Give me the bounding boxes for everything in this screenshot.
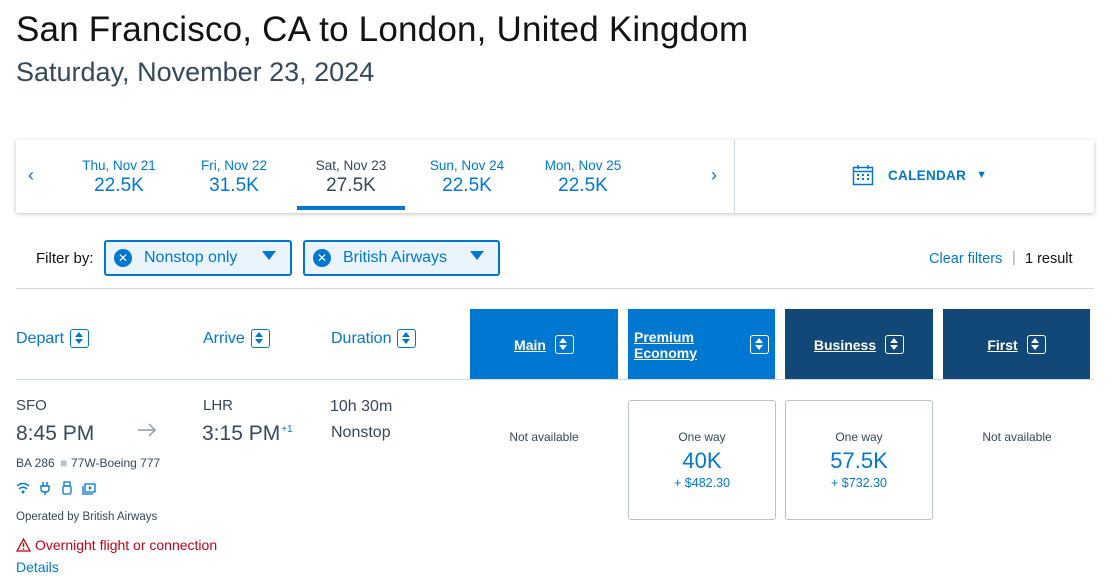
day-offset: +1	[281, 424, 293, 435]
operated-by: Operated by British Airways	[16, 511, 158, 523]
chevron-down-icon	[262, 251, 276, 260]
filter-chip-label: Nonstop only	[144, 249, 238, 266]
date-price: 22.5K	[442, 175, 492, 196]
sort-icon	[397, 329, 417, 348]
date-label: Thu, Nov 21	[82, 158, 156, 173]
date-option-thu[interactable]: Thu, Nov 21 22.5K	[66, 158, 172, 197]
date-label: Mon, Nov 25	[544, 158, 622, 173]
sort-icon	[554, 335, 574, 354]
origin-code: SFO	[16, 397, 47, 414]
sort-icon	[885, 335, 905, 354]
next-dates-icon[interactable]: ›	[711, 165, 717, 186]
stops: Nonstop	[331, 424, 391, 441]
wifi-icon	[16, 482, 30, 494]
sort-icon	[750, 335, 769, 354]
separator: |	[1012, 250, 1016, 266]
sort-duration[interactable]: Duration	[331, 329, 417, 348]
cabin-header-first[interactable]: First	[943, 309, 1090, 380]
column-label: Duration	[331, 329, 392, 347]
arrow-right-icon	[138, 423, 156, 437]
chevron-down-icon	[470, 251, 484, 260]
separator-dot-icon: ■	[60, 456, 68, 470]
warning-text: Overnight flight or connection	[35, 537, 218, 553]
date-label: Sat, Nov 23	[315, 158, 387, 173]
date-price: 22.5K	[558, 175, 608, 196]
fare-points: 40K	[682, 448, 722, 473]
cabin-header-business[interactable]: Business	[785, 309, 933, 380]
date-option-sun[interactable]: Sun, Nov 24 22.5K	[414, 158, 520, 197]
cabin-header-premium-economy[interactable]: Premium Economy	[628, 309, 775, 380]
arrive-time: 3:15 PM	[202, 422, 281, 445]
sort-icon	[250, 329, 270, 348]
fare-first-unavailable: Not available	[982, 430, 1052, 444]
sort-icon	[1026, 335, 1046, 354]
fare-premium-economy[interactable]: One way 40K + $482.30	[628, 400, 776, 520]
date-price: 31.5K	[209, 175, 259, 196]
sort-icon	[70, 329, 90, 348]
fare-cash: + $482.30	[674, 476, 730, 490]
calendar-label: CALENDAR	[888, 167, 967, 183]
warning-icon	[16, 538, 31, 552]
duration: 10h 30m	[330, 398, 393, 415]
cabin-label: First	[987, 336, 1018, 353]
sort-depart[interactable]: Depart	[16, 329, 90, 348]
amenities	[16, 481, 96, 495]
clear-filters-link[interactable]: Clear filters	[929, 251, 1002, 267]
date-selector: ‹ Thu, Nov 21 22.5K Fri, Nov 22 31.5K Sa…	[16, 140, 1094, 213]
filter-chip-nonstop[interactable]: ✕ Nonstop only	[104, 240, 292, 276]
cabin-label: Premium Economy	[634, 328, 698, 361]
filter-chip-airline[interactable]: ✕ British Airways	[303, 240, 500, 276]
filter-chip-label: British Airways	[343, 249, 448, 266]
calendar-button[interactable]: CALENDAR ▼	[852, 164, 987, 186]
column-label: Depart	[16, 329, 65, 347]
filter-label: Filter by:	[36, 250, 94, 267]
sort-arrive[interactable]: Arrive	[203, 329, 270, 348]
cabin-label: Main	[514, 336, 546, 353]
remove-filter-icon[interactable]: ✕	[313, 249, 331, 267]
flight-number: BA 286	[16, 456, 55, 470]
fare-type: One way	[678, 430, 726, 444]
overnight-warning: Overnight flight or connection	[16, 537, 217, 553]
aircraft: 77W-Boeing 777	[71, 456, 161, 470]
fare-cash: + $732.30	[831, 476, 887, 490]
fare-business[interactable]: One way 57.5K + $732.30	[785, 400, 933, 520]
details-link[interactable]: Details	[16, 559, 59, 575]
route-title: San Francisco, CA to London, United King…	[16, 10, 749, 49]
calendar-icon	[852, 165, 874, 186]
arrive-time-group: 3:15 PM+1	[202, 422, 293, 446]
destination-code: LHR	[203, 397, 234, 414]
remove-filter-icon[interactable]: ✕	[114, 249, 132, 267]
date-price: 27.5K	[326, 175, 376, 196]
depart-time: 8:45 PM	[16, 422, 95, 445]
entertainment-icon	[82, 483, 96, 495]
fare-main-unavailable: Not available	[509, 430, 579, 444]
date-option-sat-selected[interactable]: Sat, Nov 23 27.5K	[297, 158, 405, 210]
date-option-mon[interactable]: Mon, Nov 25 22.5K	[530, 158, 636, 197]
date-label: Sun, Nov 24	[429, 158, 505, 173]
usb-icon	[62, 481, 72, 495]
divider	[734, 140, 735, 213]
chevron-down-icon: ▼	[976, 169, 988, 181]
previous-dates-icon[interactable]: ‹	[28, 165, 34, 186]
travel-date: Saturday, November 23, 2024	[16, 57, 375, 87]
power-plug-icon	[40, 482, 50, 495]
cabin-header-main[interactable]: Main	[470, 309, 618, 380]
cabin-label: Business	[813, 336, 877, 353]
date-label: Fri, Nov 22	[200, 158, 268, 173]
column-label: Arrive	[203, 329, 245, 347]
date-price: 22.5K	[94, 175, 144, 196]
date-option-fri[interactable]: Fri, Nov 22 31.5K	[181, 158, 287, 197]
fare-points: 57.5K	[830, 448, 888, 473]
divider	[16, 288, 1094, 289]
divider	[16, 379, 1094, 380]
fare-type: One way	[835, 430, 883, 444]
result-count: 1 result	[1025, 251, 1073, 267]
